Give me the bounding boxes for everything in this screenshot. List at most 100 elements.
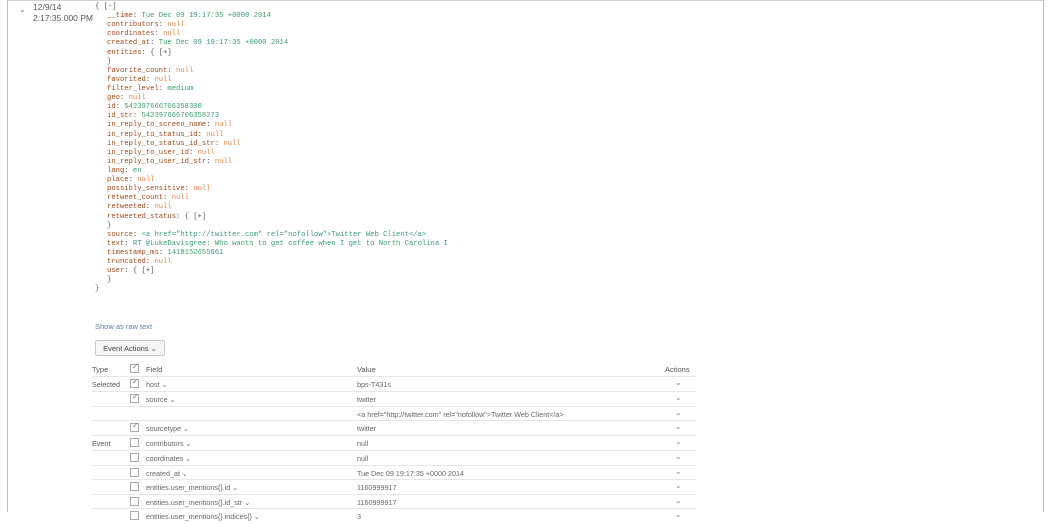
json-value[interactable]: null [176,67,193,75]
json-key[interactable]: entities [107,49,142,57]
json-value[interactable]: null [154,203,171,211]
json-key[interactable]: id_str [107,112,133,120]
json-colon: : [176,212,185,221]
chevron-down-icon[interactable]: ⌄ [675,452,682,461]
field-value[interactable]: twitter [357,424,376,433]
json-key[interactable]: created_at [107,39,150,47]
field-value[interactable]: 1160999917 [357,498,396,507]
json-value[interactable]: <a href="http://twitter.com" rel="nofoll… [142,231,427,239]
json-value[interactable]: null [223,140,240,148]
field-select-checkbox[interactable] [130,511,139,520]
chevron-down-icon[interactable]: ⌄ [675,510,682,519]
json-value[interactable]: null [215,121,232,129]
json-key[interactable]: favorite_count [107,67,167,75]
json-line: } [95,276,448,285]
chevron-down-icon[interactable]: ⌄ [675,408,682,417]
field-name[interactable]: coordinates ⌄ [146,454,191,463]
json-value[interactable]: null [167,21,184,29]
field-name[interactable]: host ⌄ [146,380,168,389]
json-key[interactable]: source [107,231,133,239]
json-key[interactable]: retweeted_status [107,213,176,221]
json-key[interactable]: in_reply_to_status_id_str [107,140,215,148]
json-line: retweet_count: null [95,194,448,203]
json-value[interactable]: null [198,149,215,157]
json-value[interactable]: null [163,30,180,38]
field-select-checkbox[interactable] [130,392,139,403]
field-select-checkbox[interactable] [130,482,139,491]
json-key[interactable]: __time [107,12,133,20]
field-value[interactable]: null [357,439,368,448]
json-value[interactable]: null [193,185,210,193]
json-key[interactable]: filter_level [107,85,159,93]
field-name[interactable]: sourcetype ⌄ [146,424,189,433]
field-name[interactable]: entities.user_mentions{}.indices{} ⌄ [146,512,260,521]
json-key[interactable]: contributors [107,21,159,29]
json-value[interactable]: null [154,76,171,84]
json-key[interactable]: retweeted [107,203,146,211]
field-select-checkbox[interactable] [130,453,139,462]
field-select-checkbox[interactable] [130,468,139,477]
json-value[interactable]: medium [167,85,193,93]
json-bracket[interactable]: { [+] [150,49,172,57]
chevron-down-icon[interactable]: ⌄ [675,481,682,490]
field-name[interactable]: contributors ⌄ [146,439,192,448]
field-select-checkbox[interactable] [130,438,139,447]
json-value[interactable]: Tue Dec 09 19:17:35 +0000 2014 [159,39,288,47]
field-value[interactable]: Tue Dec 09 19:17:35 +0000 2014 [357,469,464,478]
collapse-event-icon[interactable]: ⌄ [19,6,26,14]
chevron-down-icon[interactable]: ⌄ [675,496,682,505]
json-key[interactable]: in_reply_to_status_id [107,131,198,139]
json-key[interactable]: possibly_sensitive [107,185,185,193]
json-value[interactable]: null [137,176,154,184]
field-name[interactable]: entities.user_mentions{}.id_str ⌄ [146,498,250,507]
json-bracket[interactable]: { [-] [95,3,117,11]
chevron-down-icon[interactable]: ⌄ [675,467,682,476]
field-select-checkbox[interactable] [130,497,139,506]
field-value[interactable]: 3 [357,512,361,521]
json-value[interactable]: en [133,167,142,175]
json-value[interactable]: 542397666706358300 [124,103,202,111]
json-value[interactable]: RT @LukeDavisgree: Who wants to get coff… [133,240,448,248]
field-value[interactable]: twitter [357,395,376,404]
json-key[interactable]: user [107,267,124,275]
chevron-down-icon[interactable]: ⌄ [675,422,682,431]
field-select-checkbox[interactable] [130,377,139,388]
field-name[interactable]: entities.user_mentions{}.id ⌄ [146,483,238,492]
json-key[interactable]: in_reply_to_screen_name [107,121,206,129]
field-value[interactable]: bps-T431s [357,380,391,389]
json-value[interactable]: null [172,194,189,202]
json-value[interactable]: 542397666706358273 [142,112,220,120]
field-value[interactable]: <a href="http://twitter.com" rel="nofoll… [357,410,564,419]
json-key[interactable]: retweet_count [107,194,163,202]
json-value[interactable]: null [129,94,146,102]
chevron-down-icon[interactable]: ⌄ [675,378,682,387]
json-key[interactable]: place [107,176,129,184]
json-value[interactable]: null [154,258,171,266]
json-bracket[interactable]: { [+] [185,213,207,221]
field-value[interactable]: null [357,454,368,463]
json-key[interactable]: lang [107,167,124,175]
json-value[interactable]: null [206,131,223,139]
field-name[interactable]: source ⌄ [146,395,176,404]
json-key[interactable]: favorited [107,76,146,84]
select-all-checkbox[interactable] [130,362,139,373]
field-select-checkbox[interactable] [130,421,139,432]
json-key[interactable]: id [107,103,116,111]
json-value[interactable]: 1418152655661 [167,249,223,257]
json-key[interactable]: geo [107,94,120,102]
chevron-down-icon[interactable]: ⌄ [675,393,682,402]
json-bracket[interactable]: { [+] [133,267,155,275]
json-key[interactable]: timestamp_ms [107,249,159,257]
json-key[interactable]: in_reply_to_user_id [107,149,189,157]
event-actions-button[interactable]: Event Actions ⌄ [95,340,165,356]
json-key[interactable]: coordinates [107,30,154,38]
json-key[interactable]: truncated [107,258,146,266]
chevron-down-icon[interactable]: ⌄ [675,437,682,446]
json-value[interactable]: null [215,158,232,166]
json-key[interactable]: text [107,240,124,248]
show-raw-text-link[interactable]: Show as raw text [95,322,152,331]
json-key[interactable]: in_reply_to_user_id_str [107,158,206,166]
json-value[interactable]: Tue Dec 09 19:17:35 +0000 2014 [142,12,271,20]
field-value[interactable]: 1160999917 [357,483,396,492]
field-name[interactable]: created_at ⌄ [146,469,188,478]
